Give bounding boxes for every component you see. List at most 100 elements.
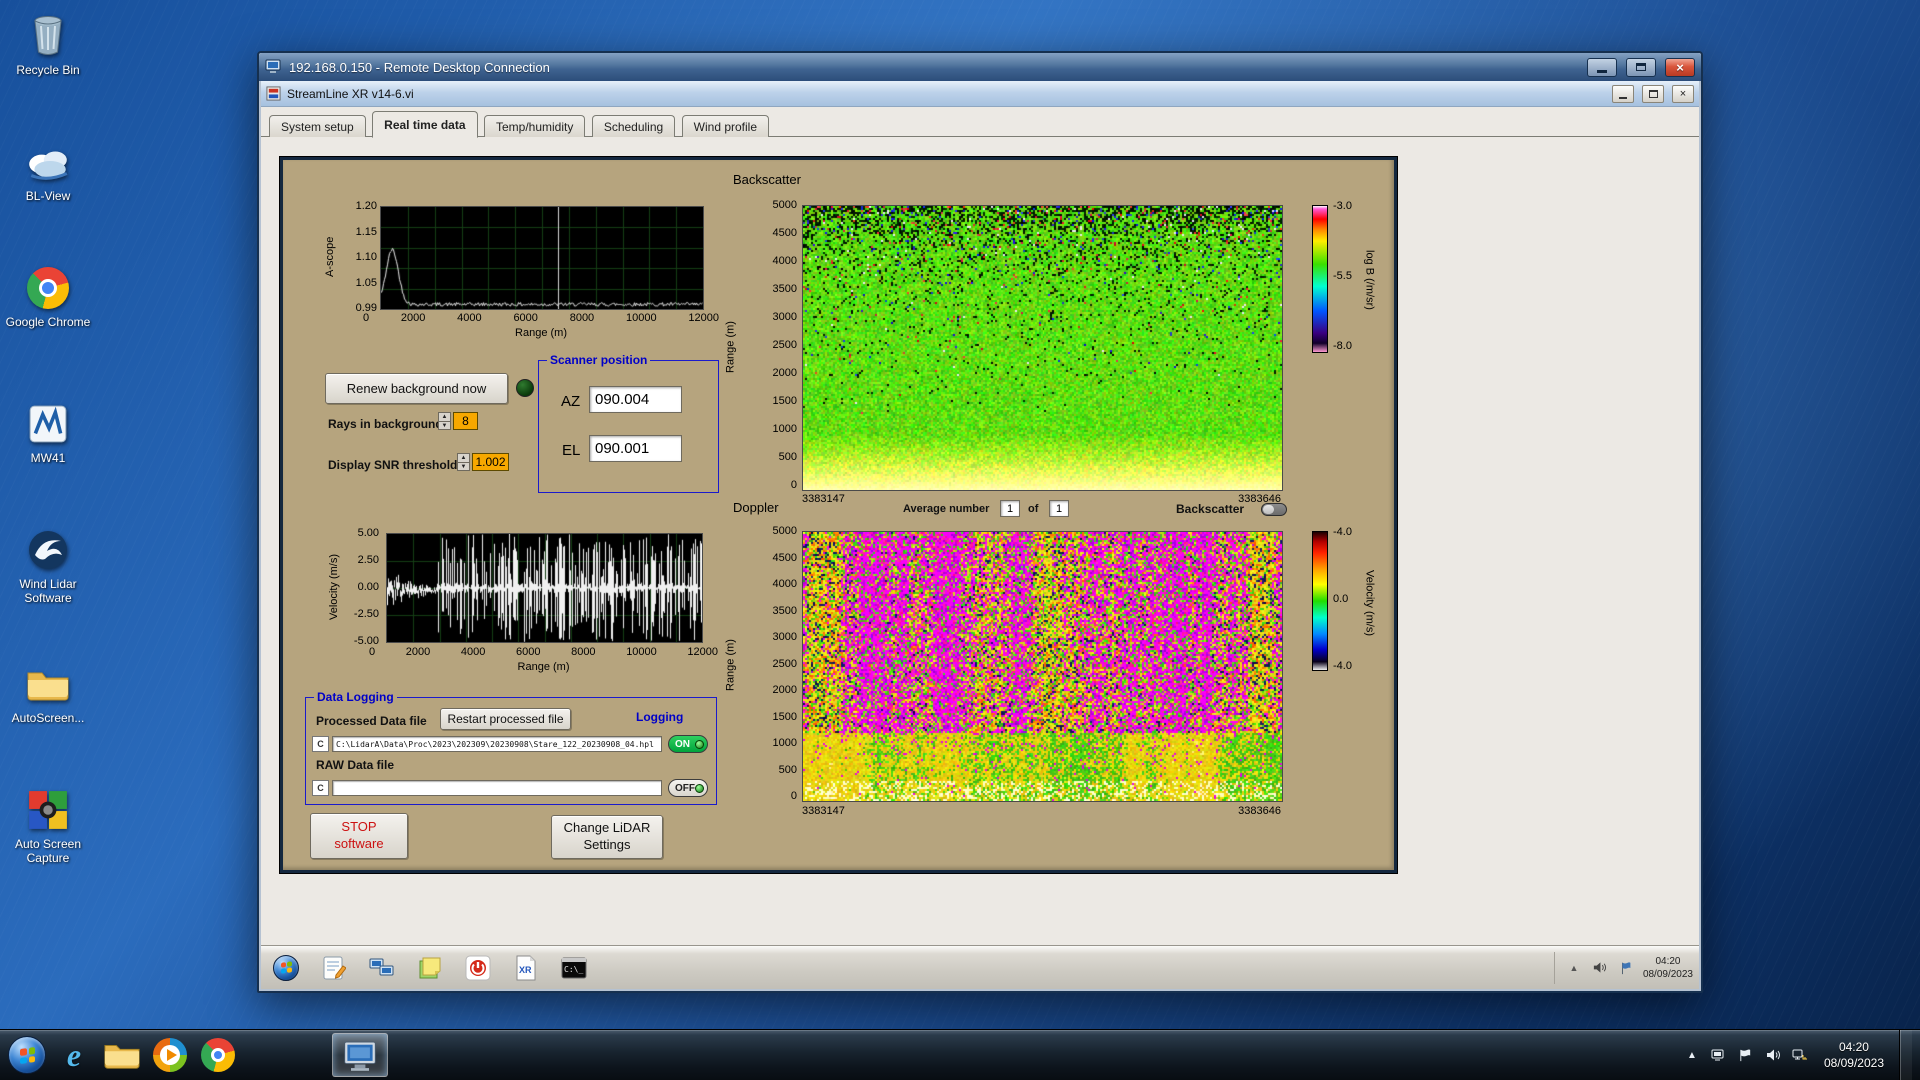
velocity-x-ticks: 0 2000 4000 6000 8000 10000 12000 — [369, 646, 718, 658]
rays-spinner[interactable]: ▲ ▼ — [438, 412, 451, 430]
renew-background-button[interactable]: Renew background now — [325, 373, 508, 404]
backscatter-y-tick: 5000 — [772, 199, 797, 211]
data-logging-title: Data Logging — [314, 690, 397, 704]
rdp-minimize-button[interactable] — [1587, 57, 1617, 77]
snr-spinner[interactable]: ▲ ▼ — [457, 453, 470, 471]
remote-journal-icon[interactable] — [315, 951, 353, 985]
rdp-titlebar[interactable]: 192.168.0.150 - Remote Desktop Connectio… — [259, 53, 1701, 81]
show-desktop-button[interactable] — [1899, 1030, 1912, 1080]
doppler-y-tick: 1000 — [772, 737, 797, 749]
doppler-x-ticks: 3383147 3383646 — [802, 805, 1281, 817]
raw-logging-toggle[interactable]: OFF — [668, 779, 708, 797]
auto-screen-capture-icon — [24, 786, 72, 834]
remote-volume-icon[interactable] — [1591, 959, 1609, 977]
remote-sticky-notes-icon[interactable] — [411, 951, 449, 985]
desktop-icon-auto-screen-capture[interactable]: Auto Screen Capture — [2, 786, 94, 865]
ascope-plot-canvas — [380, 206, 704, 310]
snr-value-field[interactable]: 1.002 — [472, 453, 509, 471]
average-number-field[interactable]: 1 — [1000, 500, 1020, 517]
remote-command-prompt-icon[interactable]: C:\_ — [555, 951, 593, 985]
desktop-icon-mw41[interactable]: MW41 — [2, 400, 94, 465]
remote-power-icon[interactable] — [459, 951, 497, 985]
desktop-icon-bl-view[interactable]: BL-View — [2, 138, 94, 203]
az-value-field[interactable]: 090.004 — [589, 386, 682, 413]
remote-network-places-icon[interactable] — [363, 951, 401, 985]
tab-scheduling[interactable]: Scheduling — [591, 115, 676, 139]
tab-temp-humidity[interactable]: Temp/humidity — [483, 115, 586, 139]
backscatter-colorbar-tick: -5.5 — [1333, 270, 1352, 282]
backscatter-colorbar — [1312, 205, 1328, 353]
velocity-y-ticks: 5.00 2.50 0.00 -2.50 -5.00 — [335, 527, 379, 647]
el-value-field[interactable]: 090.001 — [589, 435, 682, 462]
backscatter-y-tick: 2000 — [772, 367, 797, 379]
doppler-colorbar-tick: 0.0 — [1333, 593, 1349, 605]
ascope-y-axis-label: A-scope — [324, 236, 336, 278]
average-count-field[interactable]: 1 — [1049, 500, 1069, 517]
taskbar-clock[interactable]: 04:20 08/09/2023 — [1818, 1039, 1890, 1071]
processed-logging-toggle[interactable]: ON — [668, 735, 708, 753]
remote-xr-document-icon[interactable]: XR — [507, 951, 545, 985]
start-button[interactable] — [4, 1033, 50, 1077]
taskbar-remote-desktop-active[interactable] — [332, 1033, 388, 1077]
tab-wind-profile[interactable]: Wind profile — [681, 115, 770, 139]
remote-chevron-up-icon[interactable]: ▲ — [1565, 959, 1583, 977]
svg-text:C:\_: C:\_ — [564, 965, 583, 974]
restart-processed-file-button[interactable]: Restart processed file — [440, 708, 571, 730]
doppler-heatmap-canvas — [802, 531, 1283, 802]
spinner-down-icon[interactable]: ▼ — [439, 422, 450, 430]
desktop-icon-label: Recycle Bin — [16, 63, 80, 77]
tray-volume-icon[interactable] — [1764, 1046, 1782, 1064]
tab-real-time-data[interactable]: Real time data — [372, 111, 478, 138]
tray-rdp-status-icon[interactable] — [1710, 1046, 1728, 1064]
ascope-y-tick: 1.20 — [355, 200, 377, 212]
taskbar-file-explorer[interactable] — [98, 1033, 146, 1077]
app-close-button[interactable]: × — [1672, 84, 1694, 103]
backscatter-doppler-toggle[interactable] — [1261, 503, 1287, 516]
rdp-window-title: 192.168.0.150 - Remote Desktop Connectio… — [289, 59, 550, 75]
remote-start-orb[interactable] — [267, 951, 305, 985]
processed-data-file-label: Processed Data file — [316, 714, 427, 728]
raw-data-file-path[interactable] — [332, 780, 662, 796]
processed-data-file-path[interactable]: C:\LidarA\Data\Proc\2023\202309\20230908… — [332, 736, 662, 752]
app-window: StreamLine XR v14-6.vi × System setup Re… — [261, 81, 1699, 945]
backscatter-y-tick: 2500 — [772, 339, 797, 351]
desktop-icon-wind-lidar[interactable]: Wind Lidar Software — [2, 526, 94, 605]
raw-drive-badge[interactable]: C — [312, 780, 329, 796]
desktop-icon-recycle-bin[interactable]: Recycle Bin — [2, 12, 94, 77]
app-window-title: StreamLine XR v14-6.vi — [287, 86, 414, 101]
change-lidar-settings-button[interactable]: Change LiDAR Settings — [551, 815, 663, 859]
remote-flag-icon[interactable] — [1617, 959, 1635, 977]
spinner-up-icon[interactable]: ▲ — [458, 454, 469, 463]
wind-lidar-icon — [24, 526, 72, 574]
toggle-led-icon — [695, 739, 704, 749]
app-maximize-button[interactable] — [1642, 84, 1664, 103]
backscatter-y-ticks: 5000 4500 4000 3500 3000 2500 2000 1500 1000 500 0 — [743, 199, 797, 491]
rdp-close-button[interactable]: × — [1665, 57, 1695, 77]
spinner-down-icon[interactable]: ▼ — [458, 463, 469, 471]
processed-drive-badge[interactable]: C — [312, 736, 329, 752]
remote-clock[interactable]: 04:20 08/09/2023 — [1643, 955, 1693, 981]
taskbar-internet-explorer[interactable]: e — [50, 1033, 98, 1077]
tray-network-icon[interactable] — [1791, 1046, 1809, 1064]
desktop-icon-google-chrome[interactable]: Google Chrome — [2, 264, 94, 329]
tray-chevron-up-icon[interactable]: ▲ — [1683, 1046, 1701, 1064]
desktop-icon-autoscreen-folder[interactable]: AutoScreen... — [2, 660, 94, 725]
backscatter-section-title: Backscatter — [733, 172, 801, 187]
stop-software-button[interactable]: STOP software — [310, 813, 408, 859]
taskbar-media-player[interactable] — [146, 1033, 194, 1077]
rays-value-field[interactable]: 8 — [453, 412, 478, 430]
spinner-up-icon[interactable]: ▲ — [439, 413, 450, 422]
tray-flag-icon[interactable] — [1737, 1046, 1755, 1064]
rdp-maximize-button[interactable] — [1626, 57, 1656, 77]
app-minimize-button[interactable] — [1612, 84, 1634, 103]
backscatter-y-tick: 3000 — [772, 311, 797, 323]
tab-system-setup[interactable]: System setup — [269, 115, 366, 139]
app-titlebar[interactable]: StreamLine XR v14-6.vi × — [261, 81, 1699, 107]
taskbar-chrome[interactable] — [194, 1033, 242, 1077]
logging-label: Logging — [636, 710, 684, 724]
app-icon — [266, 86, 281, 101]
backscatter-y-tick: 500 — [778, 451, 797, 463]
remote-system-tray: ▲ 04:20 08/09/2023 — [1553, 951, 1693, 984]
ascope-y-tick: 1.05 — [355, 276, 377, 289]
host-time: 04:20 — [1838, 1039, 1869, 1054]
